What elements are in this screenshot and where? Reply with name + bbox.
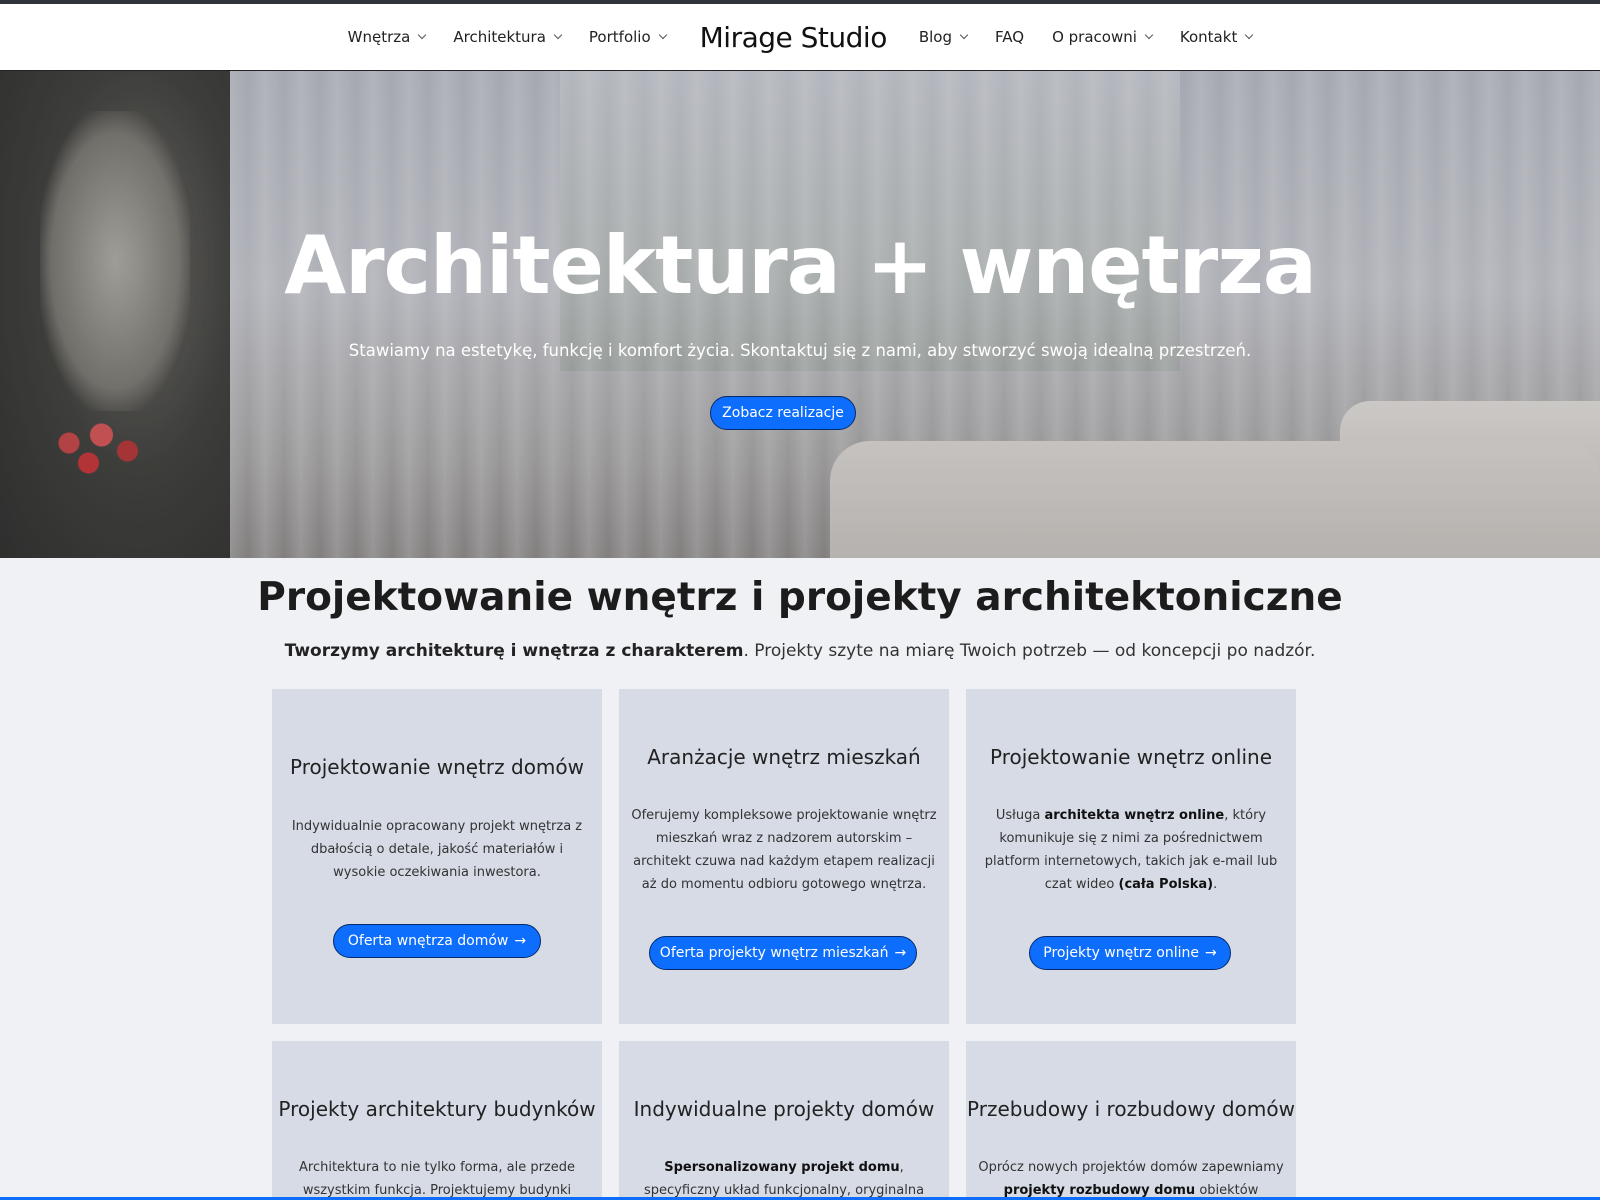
nav-item-label: O pracowni [1052, 28, 1137, 46]
card-text: Oferujemy kompleksowe projektowanie wnęt… [631, 808, 937, 892]
card-title: Przebudowy i rozbudowy domów [967, 1097, 1295, 1121]
section-title: Projektowanie wnętrz i projekty architek… [257, 575, 1343, 620]
card-title: Indywidualne projekty domów [633, 1097, 935, 1121]
arrow-right-icon: → [1205, 945, 1217, 961]
card-title: Projektowanie wnętrz online [989, 745, 1273, 769]
see-projects-button[interactable]: Zobacz realizacje [710, 396, 856, 430]
arrow-right-icon: → [514, 933, 527, 949]
hero-title: Architektura + wnętrza [284, 219, 1317, 312]
nav-item-label: Blog [918, 28, 953, 46]
chevron-down-icon [553, 30, 563, 40]
brand-logo[interactable]: Mirage Studio [680, 21, 905, 54]
service-card-architektura: Projekty architektury budynków Architekt… [272, 1041, 602, 1200]
card-title: Projekty architektury budynków [278, 1097, 596, 1121]
nav-item-label: Kontakt [1179, 28, 1238, 46]
service-card-projekty-domow: Indywidualne projekty domów Spersonalizo… [619, 1041, 949, 1200]
chevron-down-icon [418, 30, 427, 40]
nav-item-label: Architektura [453, 28, 546, 46]
nav-item-architektura[interactable]: Architektura [439, 28, 575, 46]
nav-item-o-pracowni[interactable]: O pracowni [1038, 28, 1166, 46]
nav-item-label: FAQ [995, 28, 1025, 46]
online-design-button[interactable]: Projekty wnętrz online → [1029, 936, 1231, 970]
arrow-right-icon: → [894, 945, 907, 961]
nav-item-wnetrza[interactable]: Wnętrza [334, 28, 440, 46]
service-card-domy: Projektowanie wnętrz domów Indywidualnie… [272, 689, 602, 1024]
hero-banner: Architektura + wnętrza Stawiamy na estet… [0, 71, 1600, 558]
button-label: Oferta wnętrza domów [347, 933, 509, 949]
chevron-down-icon [959, 30, 969, 40]
chevron-down-icon [1144, 30, 1154, 40]
nav-item-kontakt[interactable]: Kontakt [1166, 28, 1266, 46]
hero-subtitle: Stawiamy na estetykę, funkcję i komfort … [348, 341, 1252, 360]
button-label: Projekty wnętrz online [1043, 945, 1199, 961]
main-navigation: Wnętrza Architektura Portfolio Mirage St… [0, 4, 1600, 71]
nav-item-blog[interactable]: Blog [905, 28, 981, 46]
offer-apartments-button[interactable]: Oferta projekty wnętrz mieszkań → [649, 936, 917, 970]
chevron-down-icon [658, 30, 667, 40]
card-text: Architektura to nie tylko forma, ale prz… [299, 1160, 575, 1198]
card-text: Oprócz nowych projektów domów zapewniamy… [978, 1160, 1284, 1198]
card-text: Usługa architekta wnętrz online, który k… [984, 808, 1278, 892]
card-text: Indywidualnie opracowany projekt wnętrza… [291, 819, 583, 880]
section-lead-bold: Tworzymy architekturę i wnętrza z charak… [284, 641, 744, 661]
button-label: Oferta projekty wnętrz mieszkań [659, 945, 889, 961]
service-card-mieszkania: Aranżacje wnętrz mieszkań Oferujemy komp… [619, 689, 949, 1024]
service-card-online: Projektowanie wnętrz online Usługa archi… [966, 689, 1296, 1024]
nav-item-label: Portfolio [588, 28, 651, 46]
section-lead-text: . Projekty szyte na miarę Twoich potrzeb… [743, 641, 1316, 661]
nav-item-faq[interactable]: FAQ [981, 28, 1038, 46]
nav-item-label: Wnętrza [347, 28, 411, 46]
service-card-przebudowy: Przebudowy i rozbudowy domów Oprócz nowy… [966, 1041, 1296, 1200]
nav-item-portfolio[interactable]: Portfolio [575, 28, 680, 46]
card-text: Spersonalizowany projekt domu, specyficz… [643, 1160, 925, 1198]
card-title: Projektowanie wnętrz domów [289, 755, 585, 779]
section-lead: Tworzymy architekturę i wnętrza z charak… [0, 641, 1600, 661]
card-title: Aranżacje wnętrz mieszkań [647, 745, 921, 769]
chevron-down-icon [1245, 30, 1254, 40]
offer-houses-button[interactable]: Oferta wnętrza domów → [333, 924, 541, 958]
